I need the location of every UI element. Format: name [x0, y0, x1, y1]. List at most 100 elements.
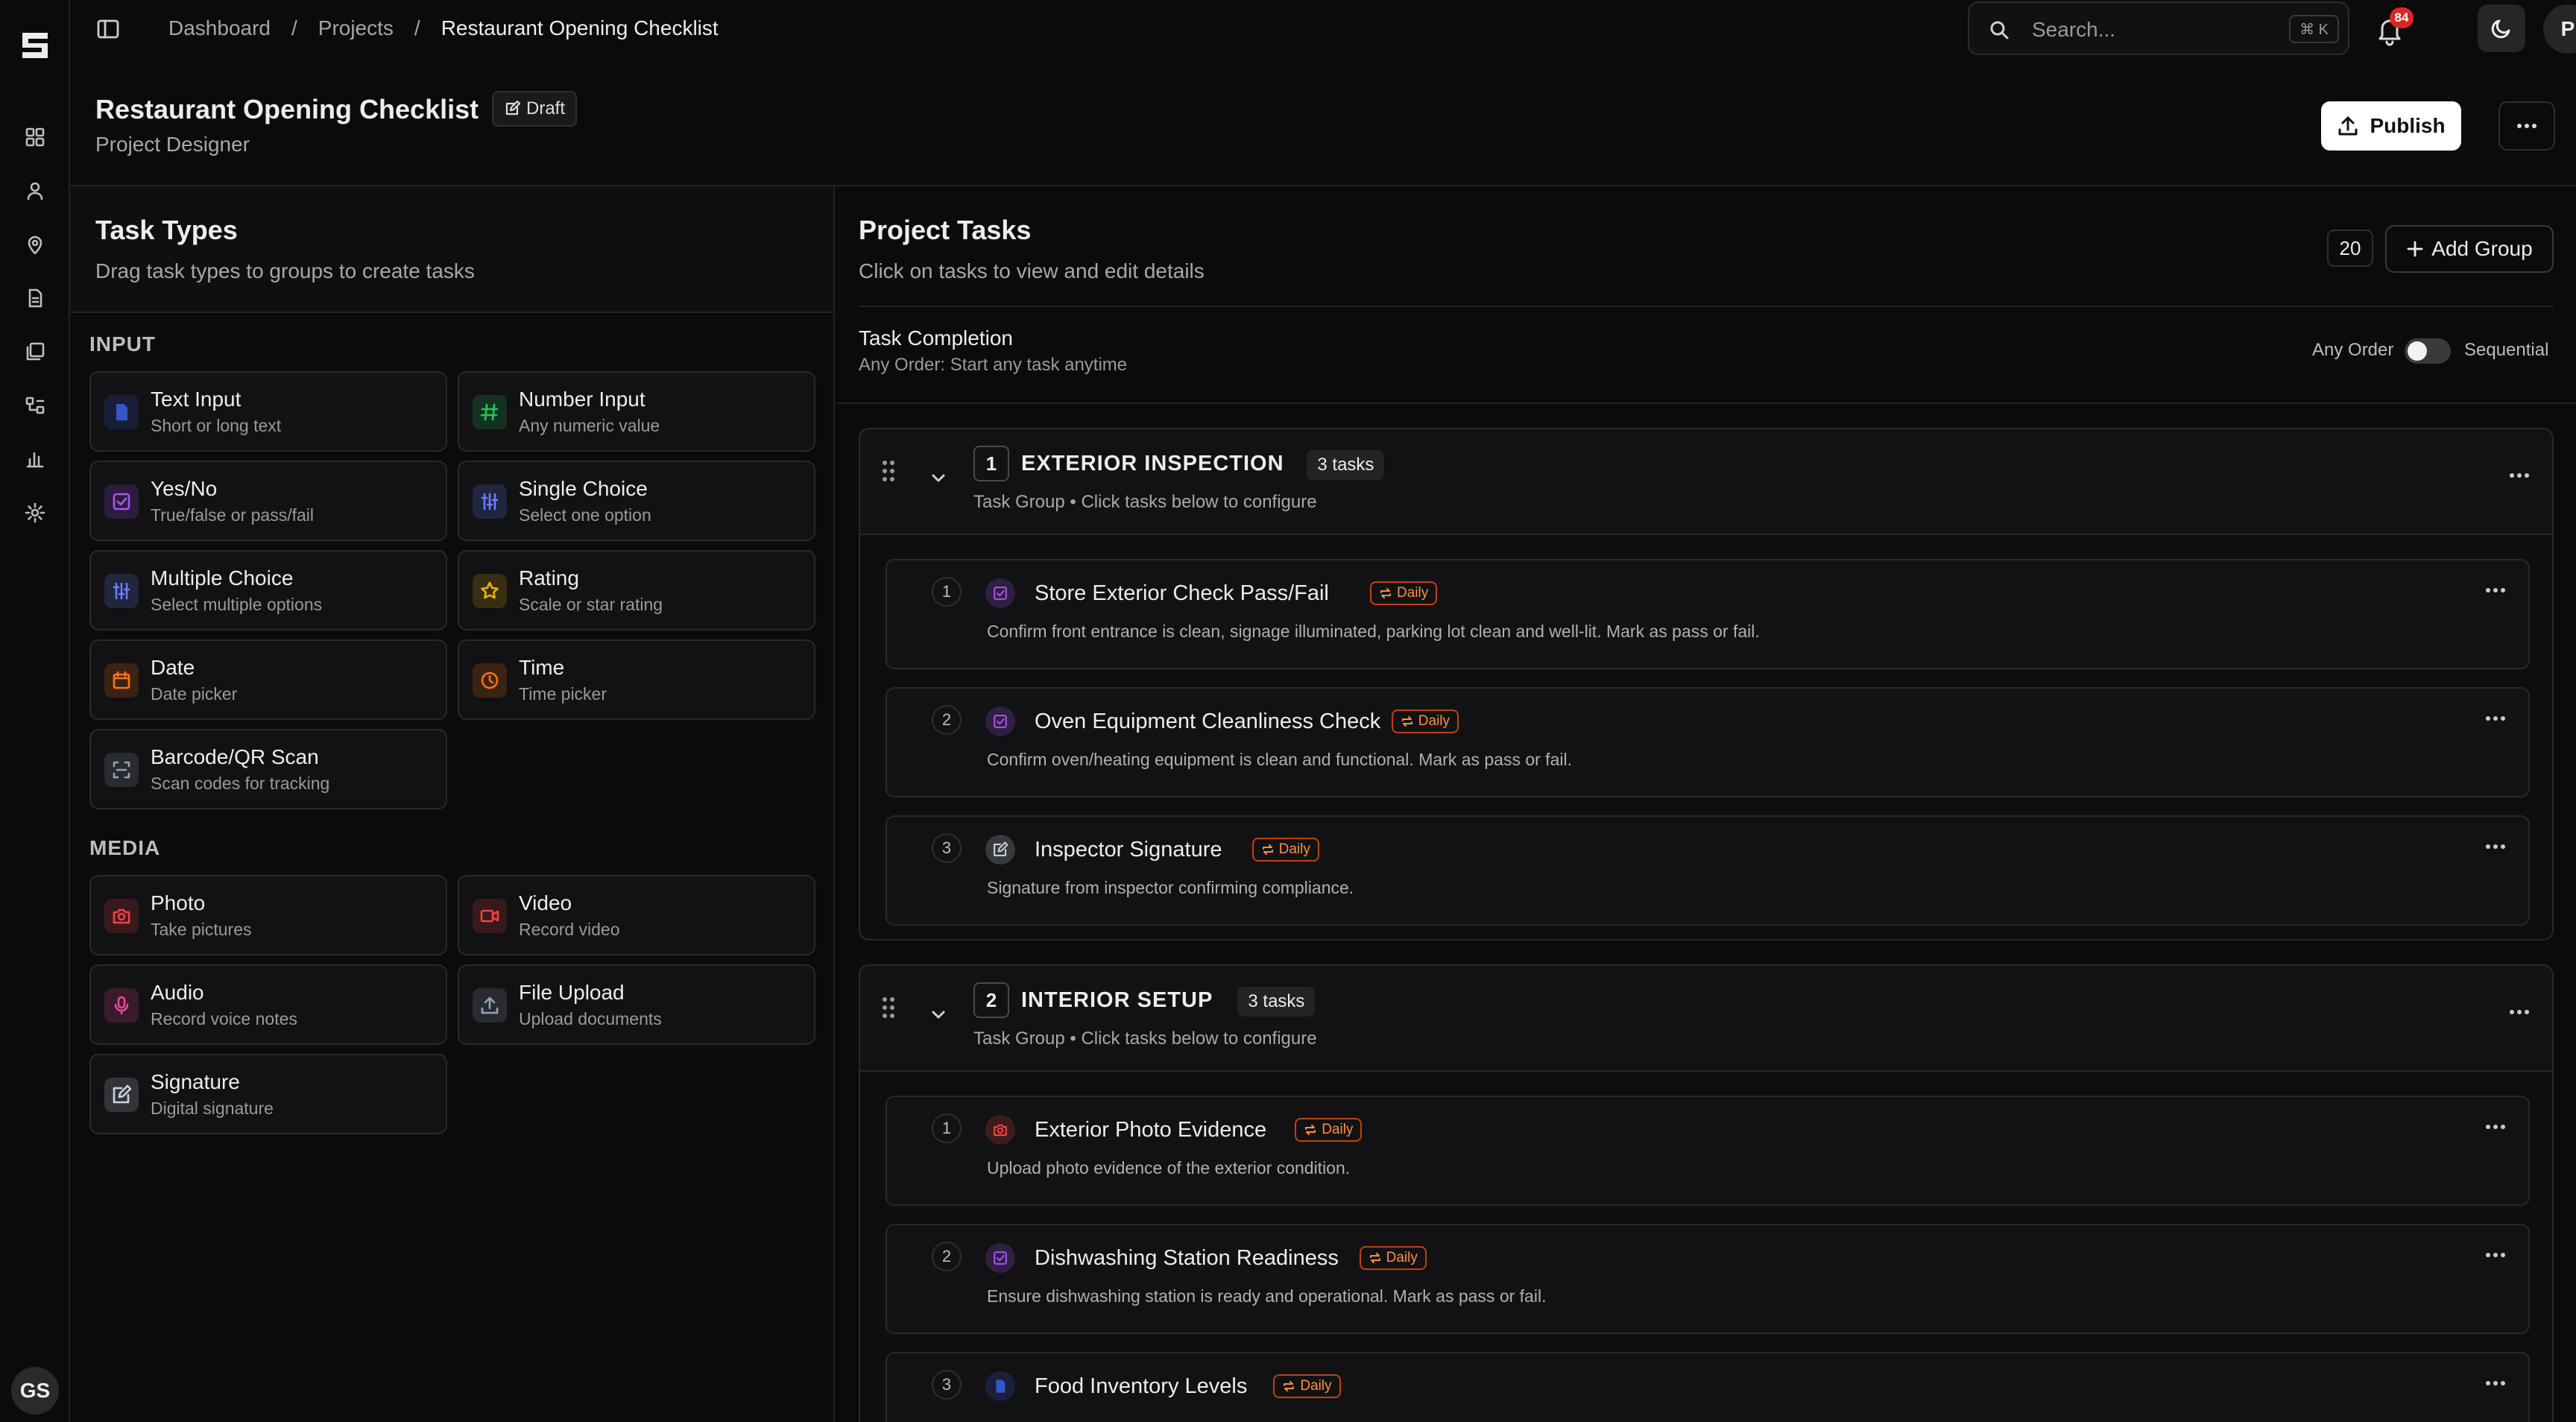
ellipsis-icon [2516, 122, 2538, 130]
location-icon[interactable] [20, 230, 50, 259]
breadcrumb-current: Restaurant Opening Checklist [441, 16, 719, 40]
upload-icon [473, 988, 507, 1023]
group-number: 2 [973, 982, 1009, 1018]
frequency-badge: Daily [1273, 1374, 1341, 1398]
status-label: Draft [526, 98, 566, 118]
task-number: 2 [932, 1242, 962, 1271]
workflow-icon[interactable] [20, 391, 50, 420]
task-types-panel: Task Types Drag task types to groups to … [70, 186, 835, 1422]
document-icon [985, 1371, 1015, 1401]
task-more-icon[interactable] [2485, 1124, 2506, 1130]
task-name: Oven Equipment Cleanliness Check [1035, 710, 1381, 733]
pen-icon [985, 835, 1015, 865]
task-card[interactable]: 3 Inspector Signature Daily Signature from … [886, 815, 2530, 926]
check-square-icon [104, 484, 139, 519]
drag-handle-icon[interactable] [881, 459, 896, 483]
task-type-name: Video [519, 891, 572, 914]
settings-icon[interactable] [20, 498, 50, 528]
task-description: Ensure dishwashing station is ready and … [987, 1286, 1547, 1306]
chevron-down-icon[interactable] [929, 468, 948, 487]
task-group[interactable]: 2 INTERIOR SETUP 3 tasks Task Group • Click… [859, 964, 2554, 1422]
users-icon[interactable] [20, 176, 50, 206]
task-type-signature[interactable]: Signature Digital signature [89, 1054, 447, 1134]
search-input[interactable]: Search... ⌘ K [1968, 1, 2349, 55]
repeat-icon [1261, 843, 1275, 856]
app-logo-icon[interactable] [16, 27, 54, 64]
drag-handle-icon[interactable] [881, 996, 896, 1020]
task-type-video[interactable]: Video Record video [458, 875, 815, 955]
task-type-name: Barcode/QR Scan [151, 745, 319, 768]
divider [859, 306, 2554, 307]
check-square-icon [985, 707, 1015, 736]
user-avatar[interactable]: P [2543, 4, 2576, 54]
analytics-icon[interactable] [20, 444, 50, 474]
task-type-description: True/false or pass/fail [151, 505, 315, 525]
camera-icon [985, 1115, 1015, 1145]
chevron-down-icon[interactable] [929, 1005, 948, 1024]
video-icon [473, 899, 507, 933]
project-tasks-title: Project Tasks [859, 215, 1032, 245]
search-placeholder: Search... [2032, 18, 2116, 41]
task-card[interactable]: 2 Oven Equipment Cleanliness Check Daily Co… [886, 687, 2530, 797]
group-more-icon[interactable] [2509, 473, 2530, 478]
order-mode-toggle[interactable] [2405, 338, 2451, 364]
task-card[interactable]: 2 Dishwashing Station Readiness Daily Ensur… [886, 1224, 2530, 1334]
task-type-text-input[interactable]: Text Input Short or long text [89, 371, 447, 452]
task-type-multiple-choice[interactable]: Multiple Choice Select multiple options [89, 550, 447, 631]
task-group[interactable]: 1 EXTERIOR INSPECTION 3 tasks Task Group • … [859, 428, 2554, 941]
task-type-description: Short or long text [151, 416, 282, 435]
task-type-date[interactable]: Date Date picker [89, 639, 447, 720]
breadcrumb-dashboard[interactable]: Dashboard [168, 16, 271, 40]
add-group-button[interactable]: Add Group [2385, 225, 2554, 273]
group-task-count: 3 tasks [1307, 450, 1385, 480]
group-more-icon[interactable] [2509, 1009, 2530, 1015]
task-type-photo[interactable]: Photo Take pictures [89, 875, 447, 955]
publish-button[interactable]: Publish [2321, 101, 2461, 151]
task-card[interactable]: 1 Store Exterior Check Pass/Fail Daily Conf… [886, 559, 2530, 669]
task-type-description: Digital signature [151, 1099, 274, 1118]
more-options-button[interactable] [2498, 101, 2555, 151]
sidebar-toggle-icon[interactable] [95, 16, 121, 42]
upload-icon [2337, 115, 2359, 137]
frequency-label: Daily [1386, 1250, 1418, 1265]
task-type-description: Scale or star rating [519, 595, 663, 614]
task-more-icon[interactable] [2485, 587, 2506, 593]
task-type-name: Date [151, 656, 195, 679]
breadcrumb: Dashboard / Projects / Restaurant Openin… [168, 16, 719, 40]
task-description: Confirm oven/heating equipment is clean … [987, 750, 1572, 769]
frequency-label: Daily [1300, 1378, 1332, 1394]
task-type-name: File Upload [519, 981, 625, 1004]
task-type-file-upload[interactable]: File Upload Upload documents [458, 964, 815, 1045]
task-card[interactable]: 1 Exterior Photo Evidence Daily Upload phot… [886, 1096, 2530, 1206]
task-types-title: Task Types [95, 215, 238, 245]
dashboard-icon[interactable] [20, 122, 50, 152]
task-type-single-choice[interactable]: Single Choice Select one option [458, 461, 815, 541]
document-icon[interactable] [20, 283, 50, 313]
task-more-icon[interactable] [2485, 1252, 2506, 1258]
workspace-avatar[interactable]: GS [11, 1367, 59, 1415]
group-task-count: 3 tasks [1237, 987, 1316, 1017]
task-type-name: Yes/No [151, 477, 218, 500]
task-type-audio[interactable]: Audio Record voice notes [89, 964, 447, 1045]
task-type-yes-no[interactable]: Yes/No True/false or pass/fail [89, 461, 447, 541]
task-more-icon[interactable] [2485, 715, 2506, 721]
task-number: 2 [932, 705, 962, 735]
task-more-icon[interactable] [2485, 1380, 2506, 1386]
task-card[interactable]: 3 Food Inventory Levels Daily [886, 1352, 2530, 1422]
page-header: Restaurant Opening Checklist Draft Proje… [70, 60, 2576, 186]
task-name: Dishwashing Station Readiness [1035, 1246, 1339, 1270]
task-type-number-input[interactable]: Number Input Any numeric value [458, 371, 815, 452]
task-type-barcode-qr-scan[interactable]: Barcode/QR Scan Scan codes for tracking [89, 729, 447, 809]
scan-icon [104, 753, 139, 787]
group-task-list: 1 Exterior Photo Evidence Daily Upload phot… [860, 1070, 2552, 1422]
task-type-time[interactable]: Time Time picker [458, 639, 815, 720]
breadcrumb-separator: / [414, 16, 420, 40]
task-type-rating[interactable]: Rating Scale or star rating [458, 550, 815, 631]
group-task-list: 1 Store Exterior Check Pass/Fail Daily Conf… [860, 534, 2552, 939]
theme-toggle-button[interactable] [2478, 4, 2525, 52]
status-badge: Draft [492, 91, 578, 127]
layers-icon[interactable] [20, 337, 50, 367]
task-more-icon[interactable] [2485, 844, 2506, 850]
breadcrumb-projects[interactable]: Projects [318, 16, 394, 40]
task-count-badge: 20 [2327, 230, 2373, 267]
